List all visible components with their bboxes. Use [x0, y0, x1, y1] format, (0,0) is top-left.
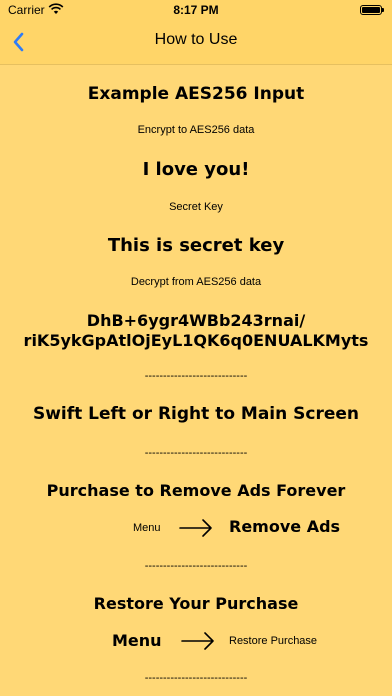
separator-1: ----------------------------	[144, 370, 248, 382]
battery-icon	[360, 5, 384, 15]
cipher-line-1: DhB+6ygr4WBb243rnai/	[86, 311, 306, 330]
encrypt-value: I love you!	[142, 159, 250, 180]
encrypt-label: Encrypt to AES256 data	[137, 124, 255, 136]
status-time: 8:17 PM	[173, 3, 219, 17]
page-title: How to Use	[154, 31, 238, 48]
restore-menu-label: Menu	[112, 631, 162, 650]
separator-3: ----------------------------	[144, 560, 248, 572]
restore-path: Menu Restore Purchase	[0, 627, 392, 657]
arrow-right-icon	[179, 519, 212, 537]
arrow-right-icon	[181, 632, 214, 650]
purchase-path: Menu Remove Ads	[0, 514, 392, 544]
separator-2: ----------------------------	[144, 447, 248, 459]
restore-title: Restore Your Purchase	[93, 594, 299, 613]
example-title: Example AES256 Input	[87, 84, 305, 104]
secret-key-label: Secret Key	[169, 201, 223, 213]
restore-purchase-label: Restore Purchase	[229, 635, 318, 647]
navigation-bar: How to Use	[0, 20, 392, 65]
swipe-instruction: Swift Left or Right to Main Screen	[32, 404, 360, 424]
separator-4: ----------------------------	[144, 672, 248, 684]
purchase-title: Purchase to Remove Ads Forever	[46, 481, 346, 500]
cipher-line-2: riK5ykGpAtlOjEyL1QK6q0ENUALKMyts	[23, 331, 369, 350]
decrypt-label: Decrypt from AES256 data	[130, 276, 262, 288]
secret-key-value: This is secret key	[107, 235, 285, 256]
status-bar: Carrier 8:17 PM	[0, 0, 392, 20]
purchase-menu-label: Menu	[133, 522, 161, 534]
remove-ads-label: Remove Ads	[229, 517, 341, 536]
